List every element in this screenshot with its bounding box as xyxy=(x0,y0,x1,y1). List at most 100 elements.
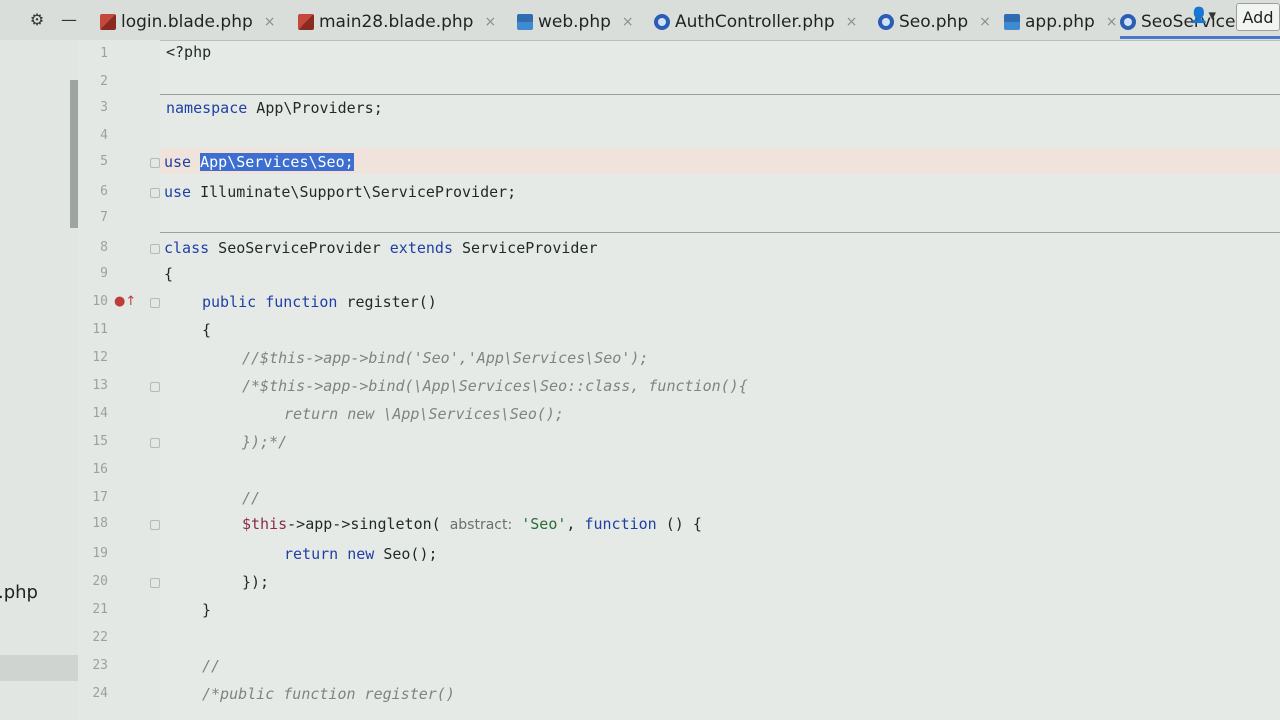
line-number[interactable]: 4 xyxy=(78,128,108,143)
parent-class: ServiceProvider xyxy=(453,239,598,257)
namespace-name: App\Providers; xyxy=(247,99,383,117)
tab-label: Seo.php xyxy=(899,12,969,32)
code-line-19: return new Seo(); xyxy=(284,542,438,566)
project-file-item[interactable]: .php xyxy=(0,582,38,603)
gear-icon[interactable]: ⚙ xyxy=(28,8,46,30)
tab-seo-php[interactable]: Seo.php × xyxy=(878,8,991,36)
line-number[interactable]: 16 xyxy=(78,462,108,477)
comment: /*public function register() xyxy=(202,685,455,703)
brace: } xyxy=(202,601,212,619)
tab-login-blade[interactable]: login.blade.php × xyxy=(100,8,276,36)
fold-marker-icon[interactable] xyxy=(150,438,160,448)
line-number[interactable]: 23 xyxy=(78,658,108,673)
code-line-6: use Illuminate\Support\ServiceProvider; xyxy=(164,180,516,204)
web-file-icon xyxy=(517,14,533,30)
code-line-20: }); xyxy=(242,570,269,594)
tab-label: AuthController.php xyxy=(675,12,835,32)
line-number[interactable]: 12 xyxy=(78,350,108,365)
keyword: new xyxy=(347,545,375,563)
ide-window: ⚙ — login.blade.php × main28.blade.php ×… xyxy=(0,0,1280,720)
comment: return new \App\Services\Seo(); xyxy=(284,405,564,423)
scrollbar-thumb[interactable] xyxy=(70,80,78,228)
comment: // xyxy=(242,489,261,507)
code-line-21: } xyxy=(202,598,211,622)
line-number[interactable]: 8 xyxy=(78,240,108,255)
code-line-5: use App\Services\Seo; xyxy=(164,150,354,174)
line-number[interactable]: 5 xyxy=(78,154,108,169)
line-number[interactable]: 22 xyxy=(78,630,108,645)
close-icon[interactable]: × xyxy=(484,14,496,30)
tab-authcontroller[interactable]: AuthController.php × xyxy=(654,8,857,36)
tab-label: web.php xyxy=(538,12,611,32)
line-number[interactable]: 19 xyxy=(78,546,108,561)
php-class-icon xyxy=(654,14,670,30)
comment: //$this->app->bind('Seo','App\Services\S… xyxy=(242,349,649,367)
blade-file-icon xyxy=(100,14,116,30)
code-line-1: <?php xyxy=(166,40,211,64)
implements-method-icon[interactable]: ●↑ xyxy=(114,294,136,309)
method-name: register() xyxy=(337,293,437,311)
fold-marker-icon[interactable] xyxy=(150,578,160,588)
line-number[interactable]: 10 xyxy=(78,294,108,309)
brace: { xyxy=(202,321,212,339)
close-icon[interactable]: × xyxy=(979,14,991,30)
fold-marker-icon[interactable] xyxy=(150,158,160,168)
comment: /*$this->app->bind(\App\Services\Seo::cl… xyxy=(242,377,748,395)
close-icon[interactable]: × xyxy=(846,14,858,30)
tab-web-php[interactable]: web.php × xyxy=(517,8,634,36)
line-number[interactable]: 14 xyxy=(78,406,108,421)
line-number[interactable]: 3 xyxy=(78,100,108,115)
editor-tab-bar: ⚙ — login.blade.php × main28.blade.php ×… xyxy=(0,0,1280,41)
method-call: ->app->singleton( xyxy=(287,515,441,533)
add-configuration-button[interactable]: Add xyxy=(1236,3,1280,31)
method-separator xyxy=(160,94,1280,95)
tab-label: app.php xyxy=(1025,12,1095,32)
line-number[interactable]: 1 xyxy=(78,46,108,61)
line-number[interactable]: 18 xyxy=(78,516,108,531)
keyword: class xyxy=(164,239,210,257)
close-icon[interactable]: × xyxy=(264,14,276,30)
keyword: public xyxy=(202,293,257,311)
web-file-icon xyxy=(1004,14,1020,30)
line-number[interactable]: 2 xyxy=(78,74,108,89)
user-menu-icon[interactable]: 👤▾ xyxy=(1190,6,1216,24)
selected-tree-row[interactable] xyxy=(0,655,78,681)
code-line-11: { xyxy=(202,318,211,342)
code-line-12: //$this->app->bind('Seo','App\Services\S… xyxy=(242,346,648,370)
tab-app-php[interactable]: app.php × xyxy=(1004,8,1118,36)
code-line-24: /*public function register() xyxy=(202,682,455,706)
fold-marker-icon[interactable] xyxy=(150,298,160,308)
line-number[interactable]: 15 xyxy=(78,434,108,449)
line-number[interactable]: 21 xyxy=(78,602,108,617)
line-number[interactable]: 7 xyxy=(78,210,108,225)
variable: $this xyxy=(242,515,288,533)
fold-marker-icon[interactable] xyxy=(150,382,160,392)
tab-main28-blade[interactable]: main28.blade.php × xyxy=(298,8,496,36)
tab-label: login.blade.php xyxy=(121,12,253,32)
constructor-call: Seo(); xyxy=(374,545,438,563)
project-tool-window: .php xyxy=(0,40,78,720)
code-line-8: class SeoServiceProvider extends Service… xyxy=(164,236,598,260)
keyword: use xyxy=(164,153,192,171)
line-number[interactable]: 20 xyxy=(78,574,108,589)
fold-marker-icon[interactable] xyxy=(150,244,160,254)
code-editor[interactable]: <?php namespace App\Providers; use App\S… xyxy=(160,40,1280,720)
punctuation: , xyxy=(566,515,585,533)
fold-marker-icon[interactable] xyxy=(150,188,160,198)
line-number[interactable]: 6 xyxy=(78,184,108,199)
line-number[interactable]: 9 xyxy=(78,266,108,281)
close-icon[interactable]: × xyxy=(622,14,634,30)
code-line-13: /*$this->app->bind(\App\Services\Seo::cl… xyxy=(242,374,748,398)
comment: });*/ xyxy=(242,433,288,451)
code-line-14: return new \App\Services\Seo(); xyxy=(284,402,564,426)
selected-text: App\Services\Seo; xyxy=(200,153,354,171)
line-number[interactable]: 13 xyxy=(78,378,108,393)
fold-marker-icon[interactable] xyxy=(150,520,160,530)
code-line-9: { xyxy=(164,262,173,286)
close-icon[interactable]: × xyxy=(1106,14,1118,30)
line-number[interactable]: 17 xyxy=(78,490,108,505)
string-literal: 'Seo' xyxy=(521,515,567,533)
line-number[interactable]: 11 xyxy=(78,322,108,337)
minimize-icon[interactable]: — xyxy=(60,8,78,30)
line-number[interactable]: 24 xyxy=(78,686,108,701)
